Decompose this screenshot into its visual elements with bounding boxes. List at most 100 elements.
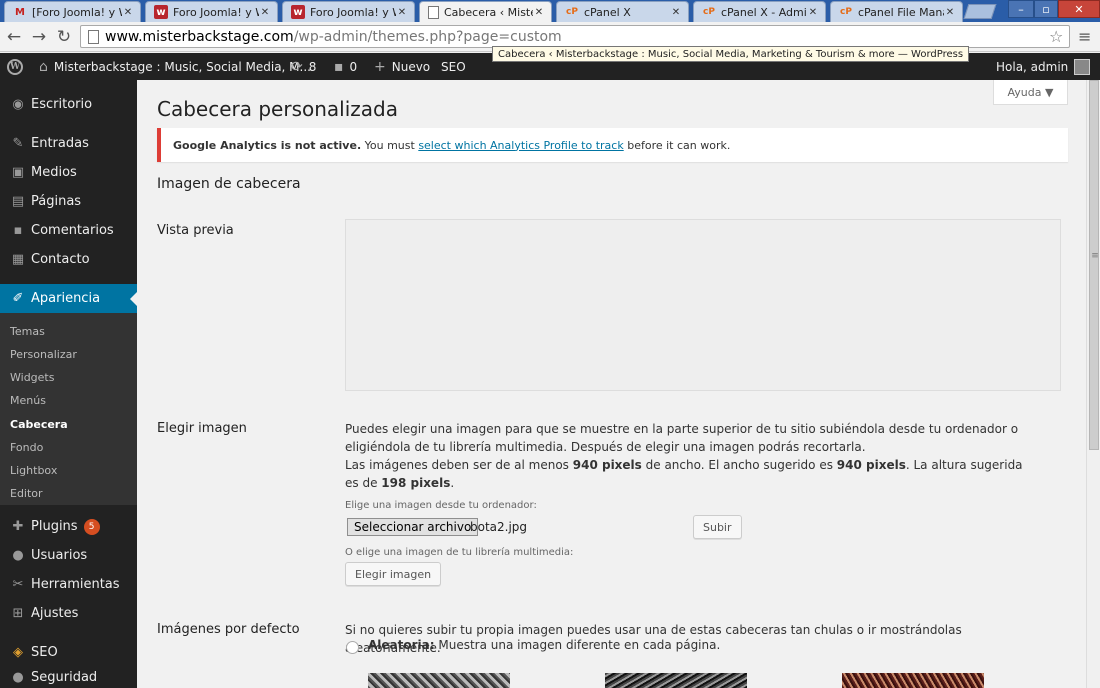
cpanel-icon: cP (703, 7, 715, 17)
forward-arrow-icon[interactable]: → (28, 27, 50, 47)
address-bar[interactable]: www.misterbackstage.com/wp-admin/themes.… (80, 25, 1070, 48)
submenu-item-personalizar[interactable]: Personalizar (10, 346, 77, 362)
close-tab-icon[interactable]: ✕ (259, 7, 271, 18)
choose-image-description: Puedes elegir una imagen para que se mue… (345, 420, 1035, 492)
submenu-item-fondo[interactable]: Fondo (10, 439, 43, 455)
default-header-thumbnail[interactable] (842, 673, 984, 688)
default-header-thumbnail[interactable] (605, 673, 747, 688)
sidebar-item-medios[interactable]: ▣ Medios (0, 158, 137, 187)
random-header-label: Aleatoria: Muestra una imagen diferente … (368, 638, 721, 652)
tab-tooltip: Cabecera ‹ Misterbackstage : Music, Soci… (492, 46, 970, 62)
upload-label: Elige una imagen desde tu ordenador: (345, 500, 537, 511)
submenu-item-menus[interactable]: Menús (10, 392, 46, 408)
wordpress-logo[interactable]: W (7, 53, 23, 80)
browser-toolbar: ← → ↻ www.misterbackstage.com/wp-admin/t… (0, 22, 1100, 62)
page-icon (88, 30, 99, 44)
sidebar-item-escritorio[interactable]: ◉ Escritorio (0, 90, 137, 119)
browser-tab[interactable]: w Foro Joomla! y Wor ✕ (145, 1, 278, 22)
back-arrow-icon[interactable]: ← (3, 27, 25, 47)
site-name-link[interactable]: ⌂ Misterbackstage : Music, Social Media,… (39, 53, 311, 80)
minimize-icon[interactable]: – (1008, 0, 1034, 18)
seo-link[interactable]: SEO (441, 53, 466, 80)
submenu-item-lightbox[interactable]: Lightbox (10, 462, 57, 478)
sidebar-item-entradas[interactable]: ✎ Entradas (0, 129, 137, 158)
chrome-menu-icon[interactable]: ≡ (1078, 27, 1091, 46)
sidebar-item-contacto[interactable]: ▦ Contacto (0, 245, 137, 274)
sidebar-item-herramientas[interactable]: ✂ Herramientas (0, 570, 137, 599)
maximize-icon[interactable]: ▫ (1034, 0, 1058, 18)
sidebar-item-comentarios[interactable]: ▪ Comentarios (0, 216, 137, 245)
size-requirements: Las imágenes deben ser de al menos 940 p… (345, 458, 1023, 490)
choose-image-button[interactable]: Elegir imagen (345, 562, 442, 586)
avatar (1074, 58, 1091, 75)
help-tab-button[interactable]: Ayuda ▼ (993, 80, 1068, 105)
reload-icon[interactable]: ↻ (53, 27, 75, 47)
browser-tab[interactable]: cP cPanel X ✕ (556, 1, 689, 22)
sidebar-item-apariencia[interactable]: ✐ Apariencia (0, 284, 137, 313)
sidebar-item-seo[interactable]: ◈ SEO (0, 638, 137, 667)
header-preview (345, 219, 1061, 391)
upload-button[interactable]: Subir (693, 515, 742, 539)
analytics-profile-link[interactable]: select which Analytics Profile to track (418, 139, 623, 152)
browser-tab[interactable]: M [Foro Joomla! y Wo ✕ (4, 1, 141, 22)
scrollbar-thumb[interactable] (1089, 80, 1100, 450)
cpanel-icon: cP (566, 7, 578, 17)
settings-icon: ⊞ (12, 606, 24, 621)
sidebar-item-seguridad[interactable]: ● Seguridad (0, 667, 137, 688)
close-tab-icon[interactable]: ✕ (396, 7, 408, 18)
selected-file-name: bota2.jpg (470, 520, 528, 534)
submenu-item-cabecera[interactable]: Cabecera (10, 416, 68, 432)
choose-file-button[interactable]: Seleccionar archivo (347, 518, 479, 536)
comment-icon: ▪ (334, 58, 344, 75)
new-content-link[interactable]: + Nuevo (374, 53, 430, 80)
user-icon: ● (12, 548, 24, 563)
close-tab-icon[interactable]: ✕ (944, 7, 956, 18)
updates-icon: ⟳ (291, 58, 303, 75)
close-tab-icon[interactable]: ✕ (670, 7, 682, 18)
contact-icon: ▦ (11, 252, 25, 267)
choose-image-label: Elegir imagen (157, 421, 247, 436)
default-header-thumbnail[interactable] (368, 673, 510, 688)
library-label: O elige una imagen de tu librería multim… (345, 547, 574, 558)
page-title: Cabecera personalizada (157, 97, 398, 121)
submenu-item-widgets[interactable]: Widgets (10, 369, 54, 385)
sidebar-item-ajustes[interactable]: ⊞ Ajustes (0, 599, 137, 628)
bookmark-star-icon[interactable]: ☆ (1049, 27, 1063, 46)
browser-tab-active[interactable]: Cabecera ‹ Misterba ✕ (419, 1, 552, 22)
page-scrollbar[interactable] (1086, 80, 1100, 688)
w-icon: w (291, 5, 305, 19)
close-tab-icon[interactable]: ✕ (122, 7, 134, 18)
page-icon (428, 5, 439, 19)
new-tab-button[interactable] (963, 4, 997, 19)
analytics-notice: Google Analytics is not active. You must… (157, 128, 1068, 162)
my-account-link[interactable]: Hola, admin (996, 53, 1091, 80)
submenu-item-temas[interactable]: Temas (10, 323, 45, 339)
browser-tab[interactable]: cP cPanel File Manage ✕ (830, 1, 963, 22)
preview-label: Vista previa (157, 223, 234, 238)
pages-icon: ▤ (11, 194, 25, 209)
caret-down-icon: ▼ (1045, 85, 1054, 99)
close-tab-icon[interactable]: ✕ (807, 7, 819, 18)
close-window-icon[interactable]: ✕ (1058, 0, 1100, 18)
sidebar-item-usuarios[interactable]: ● Usuarios (0, 541, 137, 570)
plus-icon: + (374, 58, 386, 75)
random-header-radio[interactable] (346, 641, 359, 654)
cpanel-icon: cP (840, 7, 852, 17)
lock-icon: ● (12, 670, 24, 685)
sidebar-item-plugins[interactable]: ✚ Plugins 5 (0, 512, 137, 541)
updates-link[interactable]: ⟳ 8 (291, 53, 316, 80)
close-tab-icon[interactable]: ✕ (533, 7, 545, 18)
seo-icon: ◈ (13, 645, 23, 660)
plugins-update-badge: 5 (83, 518, 100, 535)
main-content: Ayuda ▼ Cabecera personalizada Google An… (137, 80, 1100, 688)
browser-tab[interactable]: cP cPanel X - Administ ✕ (693, 1, 826, 22)
comments-link[interactable]: ▪ 0 (334, 53, 357, 80)
browser-tab[interactable]: w Foro Joomla! y Wor ✕ (282, 1, 415, 22)
wordpress-icon: W (7, 58, 23, 75)
sidebar-item-paginas[interactable]: ▤ Páginas (0, 187, 137, 216)
submenu-item-editor[interactable]: Editor (10, 485, 43, 501)
dashboard-icon: ◉ (12, 97, 24, 112)
home-icon: ⌂ (39, 58, 48, 75)
w-icon: w (154, 5, 168, 19)
browser-tab-strip: M [Foro Joomla! y Wo ✕ w Foro Joomla! y … (0, 0, 1100, 22)
